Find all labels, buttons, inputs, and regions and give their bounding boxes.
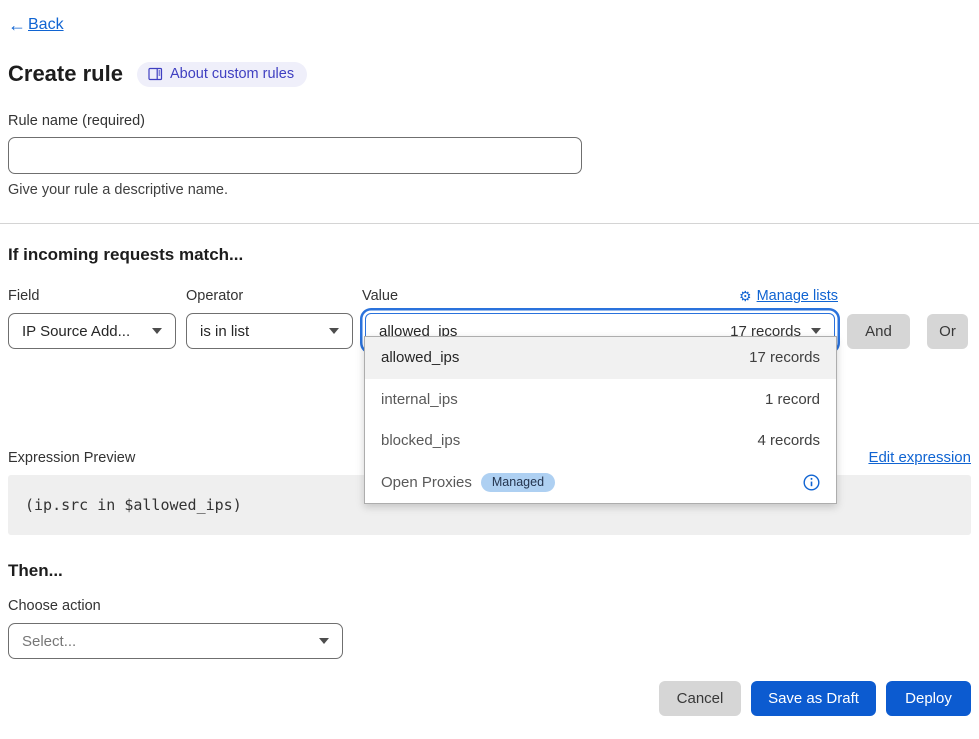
chevron-down-icon bbox=[319, 638, 329, 644]
rule-name-label: Rule name (required) bbox=[8, 113, 971, 129]
list-option-open-proxies[interactable]: Open Proxies Managed bbox=[365, 462, 836, 504]
value-label-row: Value ⚙ Manage lists bbox=[362, 288, 838, 304]
list-option-records: 1 record bbox=[765, 391, 820, 408]
manage-lists-label: Manage lists bbox=[757, 288, 838, 304]
or-button[interactable]: Or bbox=[927, 314, 968, 349]
list-option-records: 17 records bbox=[749, 349, 820, 366]
save-as-draft-button[interactable]: Save as Draft bbox=[751, 681, 876, 716]
list-dropdown-menu: allowed_ips 17 records internal_ips 1 re… bbox=[364, 336, 837, 504]
and-or-group: And Or bbox=[847, 314, 968, 349]
then-heading: Then... bbox=[8, 561, 971, 581]
operator-label: Operator bbox=[186, 288, 353, 304]
chevron-down-icon bbox=[152, 328, 162, 334]
list-option-name: Open Proxies bbox=[381, 474, 472, 491]
rule-name-section: Rule name (required) Give your rule a de… bbox=[8, 113, 971, 198]
cancel-button[interactable]: Cancel bbox=[659, 681, 741, 716]
list-option-left: Open Proxies Managed bbox=[381, 473, 555, 492]
book-icon bbox=[148, 67, 163, 81]
footer-actions: Cancel Save as Draft Deploy bbox=[8, 681, 971, 716]
page-title: Create rule bbox=[8, 61, 123, 87]
deploy-button[interactable]: Deploy bbox=[886, 681, 971, 716]
list-option-name: blocked_ips bbox=[381, 432, 460, 449]
rule-name-input[interactable] bbox=[8, 137, 582, 174]
operator-column: Operator is in list bbox=[186, 288, 353, 349]
create-rule-page: ←Back Create rule About custom rules Rul… bbox=[0, 0, 979, 716]
action-select-placeholder: Select... bbox=[22, 633, 76, 650]
list-option-name: allowed_ips bbox=[381, 349, 459, 366]
rule-name-helper: Give your rule a descriptive name. bbox=[8, 182, 971, 198]
chevron-down-icon bbox=[811, 328, 821, 334]
value-column: Value ⚙ Manage lists allowed_ips 17 reco… bbox=[362, 288, 838, 349]
then-section: Then... Choose action Select... bbox=[8, 561, 971, 659]
choose-action-label: Choose action bbox=[8, 598, 971, 614]
about-custom-rules-link[interactable]: About custom rules bbox=[137, 62, 307, 87]
match-row: Field IP Source Add... Operator is in li… bbox=[8, 288, 971, 349]
list-option-records: 4 records bbox=[757, 432, 820, 449]
operator-select[interactable]: is in list bbox=[186, 313, 353, 349]
about-custom-rules-label: About custom rules bbox=[170, 66, 294, 82]
field-label: Field bbox=[8, 288, 176, 304]
title-row: Create rule About custom rules bbox=[8, 61, 971, 87]
managed-badge: Managed bbox=[481, 473, 555, 492]
list-option-name: internal_ips bbox=[381, 391, 458, 408]
list-option-allowed-ips[interactable]: allowed_ips 17 records bbox=[365, 337, 836, 379]
and-button[interactable]: And bbox=[847, 314, 910, 349]
section-divider bbox=[0, 223, 979, 224]
list-option-internal-ips[interactable]: internal_ips 1 record bbox=[365, 379, 836, 421]
chevron-down-icon bbox=[329, 328, 339, 334]
info-icon[interactable] bbox=[803, 474, 820, 491]
field-column: Field IP Source Add... bbox=[8, 288, 176, 349]
action-select[interactable]: Select... bbox=[8, 623, 343, 659]
expression-code-text: (ip.src in $allowed_ips) bbox=[25, 496, 242, 514]
list-option-blocked-ips[interactable]: blocked_ips 4 records bbox=[365, 420, 836, 462]
field-select-value: IP Source Add... bbox=[22, 323, 130, 340]
match-section-heading: If incoming requests match... bbox=[8, 245, 971, 265]
expression-preview-label: Expression Preview bbox=[8, 450, 135, 466]
gear-icon: ⚙ bbox=[739, 289, 752, 303]
back-arrow-icon: ← bbox=[8, 16, 26, 34]
back-label: Back bbox=[28, 16, 64, 34]
value-label: Value bbox=[362, 288, 398, 304]
back-link[interactable]: ←Back bbox=[8, 16, 64, 34]
manage-lists-link[interactable]: ⚙ Manage lists bbox=[739, 288, 838, 304]
edit-expression-link[interactable]: Edit expression bbox=[868, 449, 971, 466]
field-select[interactable]: IP Source Add... bbox=[8, 313, 176, 349]
operator-select-value: is in list bbox=[200, 323, 249, 340]
